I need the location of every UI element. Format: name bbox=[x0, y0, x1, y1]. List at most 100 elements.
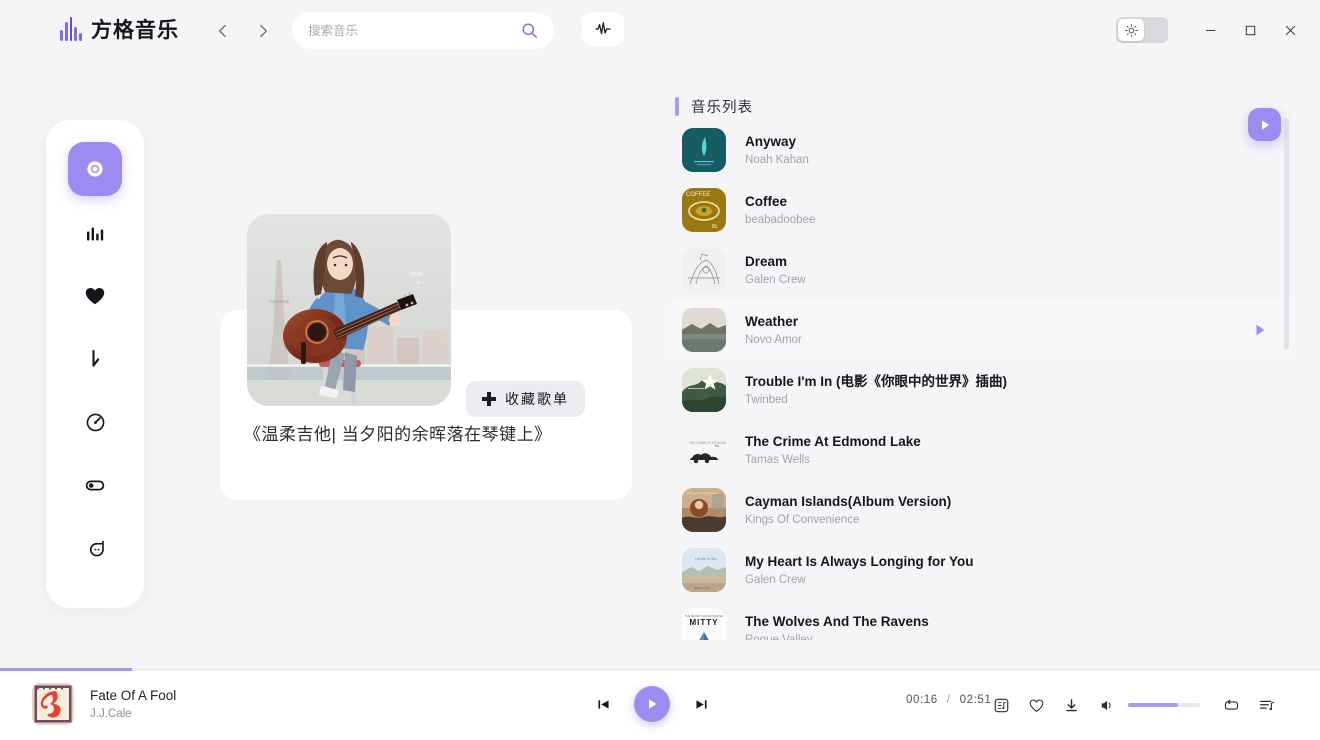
next-button[interactable] bbox=[688, 691, 714, 717]
now-playing-text: Fate Of A Fool J.J.Cale bbox=[90, 687, 176, 722]
toggle-switch-icon bbox=[83, 473, 107, 497]
play-icon bbox=[1252, 142, 1268, 158]
song-artist: Twinbed bbox=[745, 392, 1007, 408]
playback-time: 00:16 / 02:51 bbox=[906, 694, 991, 706]
maximize-icon bbox=[1243, 23, 1258, 38]
search-bar[interactable] bbox=[292, 12, 554, 49]
favorite-playlist-button[interactable]: 收藏歌单 bbox=[466, 381, 585, 417]
song-row[interactable]: Riot on an Empty Street Cayman Islands(Al… bbox=[670, 480, 1290, 540]
song-row[interactable]: WeatherNovo Amor bbox=[670, 300, 1290, 360]
svg-text:MITTY: MITTY bbox=[690, 618, 719, 627]
album-art-sketch bbox=[682, 248, 726, 292]
play-icon bbox=[1258, 118, 1272, 132]
download-button[interactable] bbox=[1054, 694, 1089, 716]
previous-button[interactable] bbox=[590, 691, 616, 717]
svg-text:Let Me In Sky: Let Me In Sky bbox=[695, 557, 717, 561]
song-play-button[interactable] bbox=[1252, 322, 1268, 338]
search-icon bbox=[521, 22, 538, 39]
scrollbar-thumb[interactable] bbox=[1284, 118, 1289, 350]
album-art-paleblue: Let Me In SkyGalen Crew bbox=[682, 548, 726, 592]
svg-text:Riot on an Empty Street: Riot on an Empty Street bbox=[686, 491, 718, 495]
minimize-button[interactable] bbox=[1190, 13, 1230, 47]
song-artwork: Let Me In SkyGalen Crew bbox=[682, 548, 726, 592]
lyrics-button[interactable] bbox=[984, 694, 1019, 716]
song-row[interactable]: MITTYTHE SECRET LIFE OF WALTERThe Wolves… bbox=[670, 600, 1290, 640]
favorite-track-button[interactable] bbox=[1019, 694, 1054, 716]
sidebar-item-favorites[interactable] bbox=[68, 269, 122, 323]
repeat-icon bbox=[1223, 697, 1240, 714]
song-meta: The Wolves And The RavensRogue Valley bbox=[745, 613, 929, 641]
play-icon bbox=[1252, 382, 1268, 398]
theme-toggle[interactable] bbox=[1116, 17, 1168, 43]
music-player-app: 方格音乐 bbox=[0, 0, 1320, 740]
player-bar: Fate Of A Fool J.J.Cale bbox=[0, 668, 1320, 740]
svg-text:BL: BL bbox=[712, 224, 718, 230]
song-artist: Rogue Valley bbox=[745, 632, 929, 641]
play-icon bbox=[1252, 442, 1268, 458]
song-meta: DreamGalen Crew bbox=[745, 253, 806, 288]
close-button[interactable] bbox=[1270, 13, 1310, 47]
sidebar-item-disc[interactable] bbox=[68, 142, 122, 196]
music-list[interactable]: AnywayNoah Kahan COFFEE BL Coffeebeabadoobe… bbox=[670, 120, 1290, 640]
song-artwork: COFFEE BL bbox=[682, 188, 726, 232]
song-title: Anyway bbox=[745, 133, 809, 150]
song-artwork bbox=[682, 308, 726, 352]
app-logo-icon bbox=[60, 17, 82, 41]
svg-text:COFFEE: COFFEE bbox=[686, 192, 710, 198]
song-row[interactable]: Trouble I'm In (电影《你眼中的世界》插曲)Twinbed bbox=[670, 360, 1290, 420]
song-row[interactable]: Let Me In SkyGalen CrewMy Heart Is Alway… bbox=[670, 540, 1290, 600]
guitar-girl-illustration: 2018 a bbox=[247, 214, 451, 406]
plus-icon bbox=[482, 392, 496, 406]
song-row[interactable]: THE CRIME AT EDMOND LAKEtwThe Crime At E… bbox=[670, 420, 1290, 480]
repeat-button[interactable] bbox=[1214, 694, 1249, 716]
play-icon bbox=[1252, 262, 1268, 278]
stamp-album-art bbox=[32, 683, 74, 725]
minimize-icon bbox=[1203, 23, 1218, 38]
song-title: The Crime At Edmond Lake bbox=[745, 433, 921, 450]
play-pause-button[interactable] bbox=[634, 686, 670, 722]
search-input[interactable] bbox=[308, 24, 521, 38]
sun-icon bbox=[1125, 24, 1138, 37]
waveform-button[interactable] bbox=[582, 12, 624, 46]
app-title: 方格音乐 bbox=[91, 14, 179, 44]
brand: 方格音乐 bbox=[60, 14, 179, 44]
song-artist: Tamas Wells bbox=[745, 452, 921, 468]
close-icon bbox=[1283, 23, 1298, 38]
song-row[interactable]: DreamGalen Crew bbox=[670, 240, 1290, 300]
song-artist: Kings Of Convenience bbox=[745, 512, 951, 528]
album-art-landscape bbox=[682, 308, 726, 352]
song-title: Dream bbox=[745, 253, 806, 270]
svg-text:tw: tw bbox=[715, 443, 719, 448]
song-artwork bbox=[682, 128, 726, 172]
volume-slider[interactable] bbox=[1128, 703, 1200, 707]
song-row[interactable]: COFFEE BL Coffeebeabadoobee bbox=[670, 180, 1290, 240]
sidebar-item-settings[interactable] bbox=[68, 458, 122, 512]
play-all-button[interactable] bbox=[1248, 108, 1281, 141]
sidebar-item-feedback[interactable] bbox=[68, 521, 122, 575]
playlist-cover-art[interactable]: 2018 a bbox=[247, 214, 451, 406]
now-playing-artwork[interactable] bbox=[32, 683, 74, 725]
song-title: My Heart Is Always Longing for You bbox=[745, 553, 974, 570]
queue-button[interactable] bbox=[1249, 694, 1284, 716]
download-icon bbox=[1063, 697, 1080, 714]
music-list-scrollbar[interactable] bbox=[1284, 118, 1289, 638]
song-meta: Coffeebeabadoobee bbox=[745, 193, 815, 228]
download-arrow-icon bbox=[83, 347, 107, 371]
maximize-button[interactable] bbox=[1230, 13, 1270, 47]
song-row[interactable]: AnywayNoah Kahan bbox=[670, 120, 1290, 180]
volume-button[interactable] bbox=[1089, 694, 1124, 716]
progress-bar[interactable] bbox=[0, 668, 1320, 671]
song-title: Cayman Islands(Album Version) bbox=[745, 493, 951, 510]
song-meta: Cayman Islands(Album Version) Kings Of Co… bbox=[745, 493, 951, 528]
speaker-icon bbox=[1098, 697, 1115, 714]
player-tools bbox=[984, 694, 1284, 716]
forward-button[interactable] bbox=[250, 18, 276, 44]
play-icon bbox=[1252, 202, 1268, 218]
sidebar-item-ranking[interactable] bbox=[68, 206, 122, 260]
sidebar-item-downloads[interactable] bbox=[68, 332, 122, 386]
sidebar-item-recent[interactable] bbox=[68, 395, 122, 449]
sidebar bbox=[46, 120, 144, 608]
song-meta: The Crime At Edmond Lake Tamas Wells bbox=[745, 433, 921, 468]
song-artist: Galen Crew bbox=[745, 572, 974, 588]
back-button[interactable] bbox=[210, 18, 236, 44]
